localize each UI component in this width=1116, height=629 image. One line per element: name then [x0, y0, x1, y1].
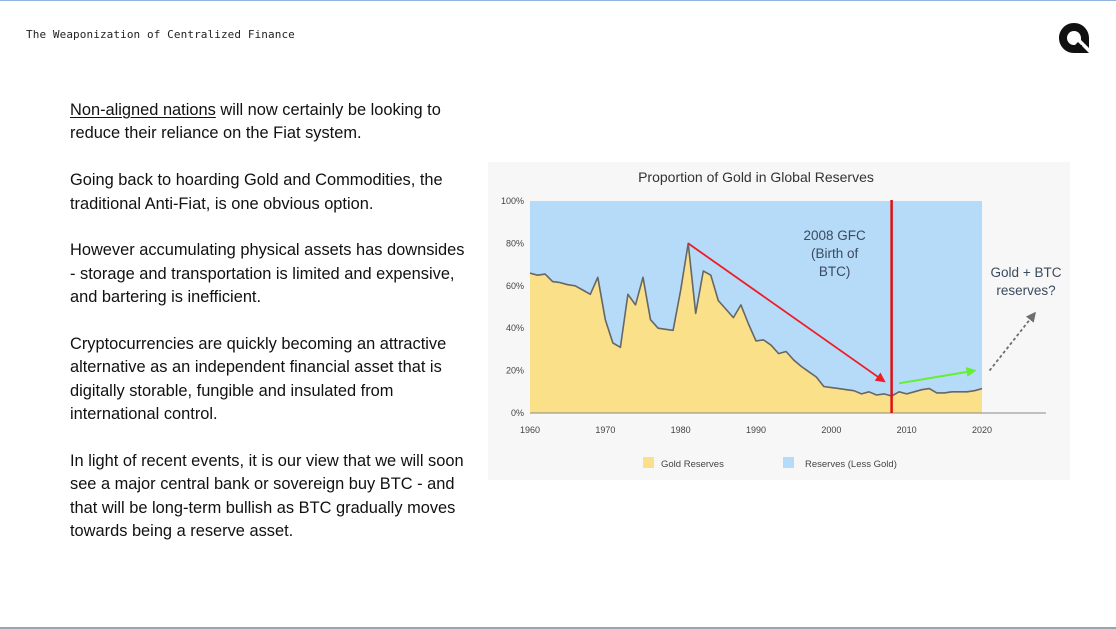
btc-projection-arrow [988, 311, 1036, 372]
paragraph-1: Non-aligned nations will now certainly b… [70, 99, 470, 146]
y-tick-label: 60% [506, 281, 524, 291]
body-text: Non-aligned nations will now certainly b… [70, 99, 470, 567]
legend-swatch-reserves [783, 457, 794, 468]
paragraph-2: Going back to hoarding Gold and Commodit… [70, 171, 443, 213]
gfc-label: 2008 GFC [803, 228, 866, 243]
y-tick-label: 100% [501, 196, 524, 206]
q-logo-icon [1059, 23, 1089, 53]
non-aligned-nations-link[interactable]: Non-aligned nations [70, 101, 216, 119]
gfc-label: (Birth of [811, 246, 859, 261]
x-tick-label: 1980 [671, 425, 691, 435]
x-tick-label: 2000 [821, 425, 841, 435]
page-header-title: The Weaponization of Centralized Finance [26, 28, 295, 41]
paragraph-4: Cryptocurrencies are quickly becoming an… [70, 335, 447, 424]
y-tick-label: 80% [506, 238, 524, 248]
legend-swatch-gold [643, 457, 654, 468]
btc-reserves-label: reserves? [996, 283, 1055, 298]
chart-panel: Proportion of Gold in Global Reserves 0%… [488, 162, 1070, 480]
x-tick-label: 2010 [897, 425, 917, 435]
paragraph-3: However accumulating physical assets has… [70, 241, 465, 307]
paragraph-5: In light of recent events, it is our vie… [70, 452, 464, 541]
y-tick-label: 40% [506, 323, 524, 333]
chart-title: Proportion of Gold in Global Reserves [638, 169, 874, 185]
gfc-label: BTC) [819, 264, 851, 279]
legend-label-reserves: Reserves (Less Gold) [805, 459, 897, 470]
y-tick-label: 0% [511, 408, 524, 418]
btc-reserves-label: Gold + BTC [991, 265, 1062, 280]
x-tick-label: 1970 [595, 425, 615, 435]
y-tick-label: 20% [506, 366, 524, 376]
legend-label-gold: Gold Reserves [661, 459, 724, 470]
x-tick-label: 1990 [746, 425, 766, 435]
gold-reserves-chart: Proportion of Gold in Global Reserves 0%… [501, 169, 1062, 470]
x-tick-label: 1960 [520, 425, 540, 435]
plot-area: 0% 20% 40% 60% 80% 100% 1960 1970 1980 1990 2000 20… [501, 196, 1062, 470]
x-tick-label: 2020 [972, 425, 992, 435]
top-rule [0, 0, 1116, 1]
